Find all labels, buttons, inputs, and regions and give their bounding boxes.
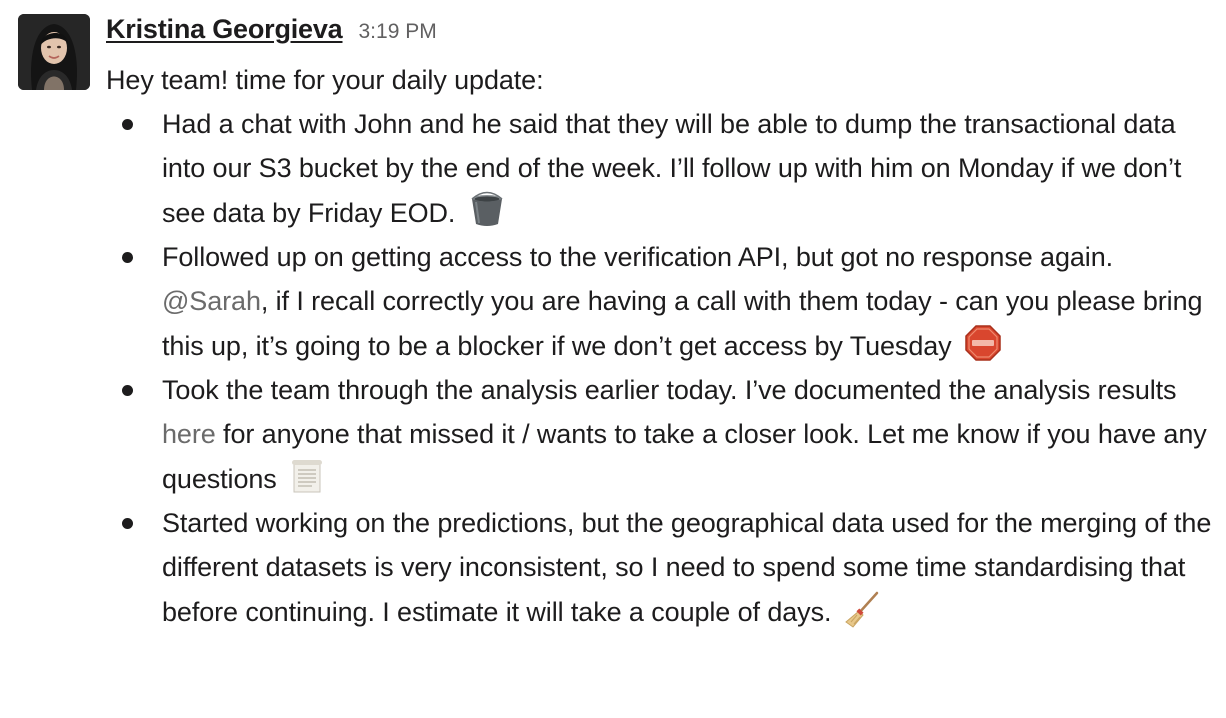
list-item: Took the team through the analysis earli… (106, 368, 1216, 501)
message-header: Kristina Georgieva 3:19 PM (106, 14, 1216, 56)
user-mention[interactable]: @Sarah (162, 286, 261, 316)
bullet-dot (122, 252, 133, 263)
message-timestamp[interactable]: 3:19 PM (359, 20, 437, 44)
list-item: Had a chat with John and he said that th… (106, 102, 1216, 235)
bullet-list: Had a chat with John and he said that th… (106, 102, 1216, 634)
bullet-text-after: , if I recall correctly you are having a… (162, 286, 1203, 361)
bullet-text: Had a chat with John and he said that th… (162, 109, 1182, 228)
scroll-icon (288, 456, 328, 496)
bullet-text: Started working on the predictions, but … (162, 508, 1212, 627)
bullet-dot (122, 385, 133, 396)
bullet-text-before: Followed up on getting access to the ver… (162, 242, 1114, 272)
message-content: Kristina Georgieva 3:19 PM Hey team! tim… (106, 14, 1216, 634)
list-item: Started working on the predictions, but … (106, 501, 1216, 634)
author-name[interactable]: Kristina Georgieva (106, 14, 343, 45)
list-item: Followed up on getting access to the ver… (106, 235, 1216, 368)
avatar[interactable] (18, 14, 90, 90)
bucket-icon (467, 190, 507, 230)
bullet-dot (122, 518, 133, 529)
broom-icon (843, 589, 883, 629)
bullet-dot (122, 119, 133, 130)
avatar-photo (18, 14, 90, 90)
results-link[interactable]: here (162, 419, 216, 449)
message-intro: Hey team! time for your daily update: (106, 65, 544, 95)
bullet-text-before: Took the team through the analysis earli… (162, 375, 1177, 405)
stop-sign-icon (963, 323, 1003, 363)
